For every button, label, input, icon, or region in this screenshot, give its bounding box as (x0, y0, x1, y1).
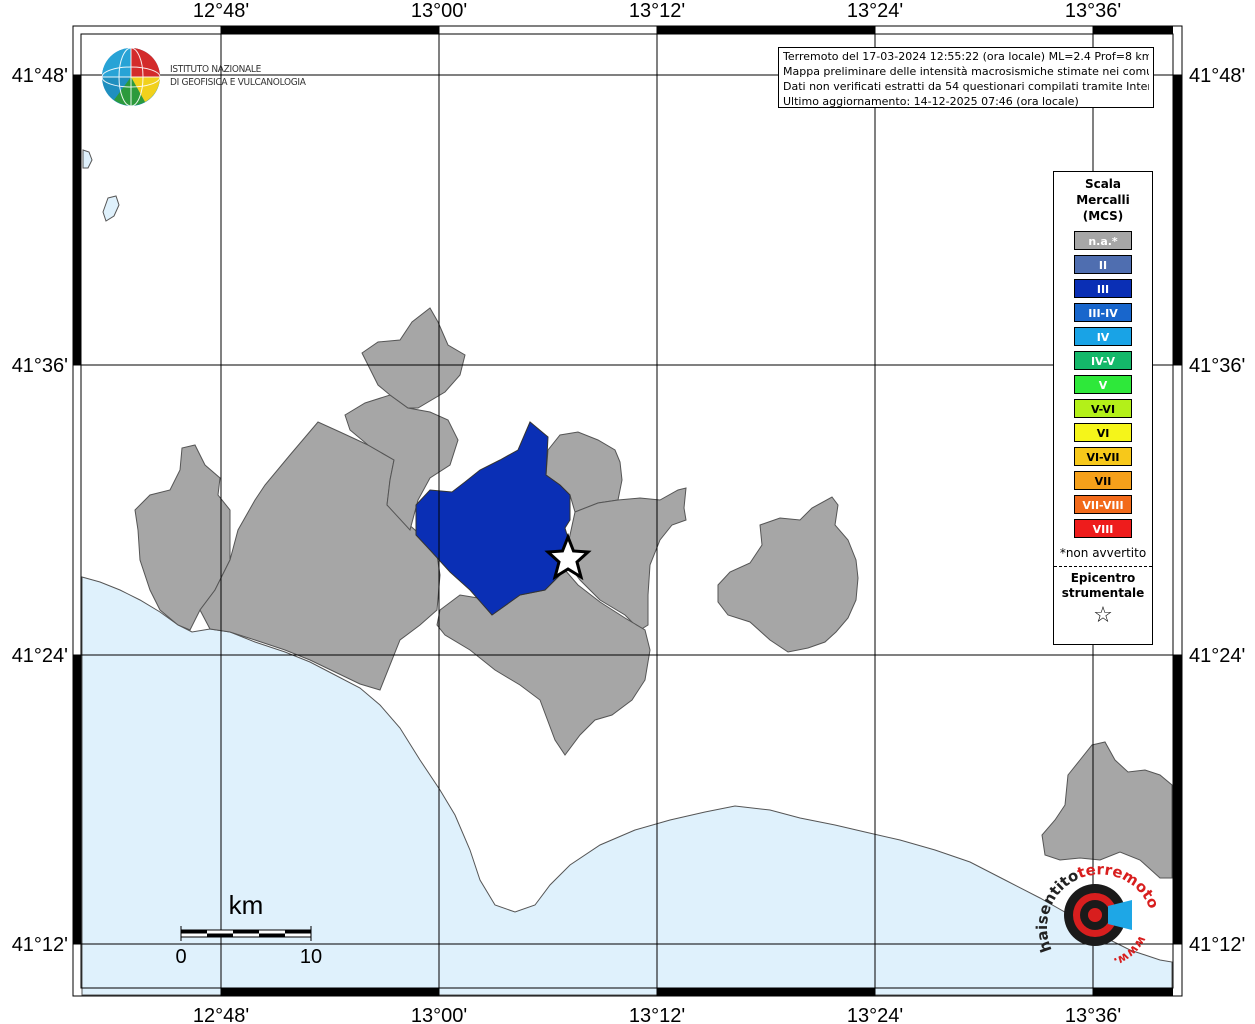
lon-label: 13°24' (847, 0, 903, 22)
ingv-name-line2: DI GEOFISICA E VULCANOLOGIA (170, 77, 306, 88)
lat-label: 41°12' (12, 934, 68, 956)
legend-title: Scala Mercalli (MCS) (1054, 176, 1152, 224)
legend-swatch: VI (1074, 423, 1132, 442)
lat-label: 41°24' (12, 645, 68, 667)
lon-label: 13°12' (629, 0, 685, 22)
lon-label: 13°24' (847, 1005, 903, 1024)
legend-star-icon: ☆ (1093, 603, 1113, 628)
longitude-labels-top: 12°48' 13°00' 13°12' 13°24' 13°36' (193, 0, 1121, 22)
legend-swatch: VI-VII (1074, 447, 1132, 466)
lat-label: 41°48' (12, 65, 68, 87)
lon-label: 13°12' (629, 1005, 685, 1024)
legend-epicenter-line: Epicentro (1070, 571, 1136, 585)
legend-swatch: V-VI (1074, 399, 1132, 418)
scale-unit: km (229, 890, 264, 920)
map-description-line: Mappa preliminare delle intensità macros… (783, 65, 1149, 78)
scale-end: 10 (300, 946, 322, 968)
lon-label: 13°00' (411, 0, 467, 22)
legend-separator (1054, 566, 1152, 567)
lat-label: 41°12' (1189, 934, 1245, 956)
legend-note: *non avvertito (1059, 546, 1147, 560)
lon-label: 13°36' (1065, 1005, 1121, 1024)
ingv-logo-text: ISTITUTO NAZIONALE DI GEOFISICA E VULCAN… (170, 63, 306, 89)
latitude-labels-right: 41°48' 41°36' 41°24' 41°12' (1189, 65, 1245, 956)
legend-swatch: VIII (1074, 519, 1132, 538)
longitude-labels-bottom: 12°48' 13°00' 13°12' 13°24' 13°36' (193, 1005, 1121, 1024)
legend-title-line: Mercalli (1076, 193, 1130, 207)
legend-epicenter-line: strumentale (1061, 586, 1145, 600)
legend-swatch: III-IV (1074, 303, 1132, 322)
lon-label: 13°00' (411, 1005, 467, 1024)
event-info-box: Terremoto del 17-03-2024 12:55:22 (ora l… (778, 47, 1154, 108)
last-update-line: Ultimo aggiornamento: 14-12-2025 07:46 (… (783, 95, 1079, 108)
legend-swatch: IV (1074, 327, 1132, 346)
ingv-name-line1: ISTITUTO NAZIONALE (170, 64, 261, 75)
lon-label: 13°36' (1065, 0, 1121, 22)
lon-label: 12°48' (193, 1005, 249, 1024)
latitude-labels-left: 41°48' 41°36' 41°24' 41°12' (12, 65, 68, 956)
legend-swatch: VII-VIII (1074, 495, 1132, 514)
legend-swatch: V (1074, 375, 1132, 394)
legend-title-line: (MCS) (1082, 209, 1124, 223)
event-line: Terremoto del 17-03-2024 12:55:22 (ora l… (783, 50, 1149, 63)
legend-swatch: III (1074, 279, 1132, 298)
legend-swatch: II (1074, 255, 1132, 274)
lon-label: 12°48' (193, 0, 249, 22)
legend-swatch: VII (1074, 471, 1132, 490)
scale-start: 0 (175, 946, 186, 968)
legend-swatch: n.a.* (1074, 231, 1132, 250)
lat-label: 41°48' (1189, 65, 1245, 87)
lat-label: 41°36' (12, 355, 68, 377)
legend-epicenter-label: Epicentro strumentale (1054, 571, 1152, 601)
legend-title-line: Scala (1084, 177, 1122, 191)
ingv-logo-icon (101, 47, 161, 107)
legend-swatch: IV-V (1074, 351, 1132, 370)
data-source-line: Dati non verificati estratti da 54 quest… (783, 80, 1149, 93)
mcs-legend: Scala Mercalli (MCS) n.a.* II III III-IV IV I… (1053, 171, 1153, 645)
lat-label: 41°36' (1189, 355, 1245, 377)
legend-items: n.a.* II III III-IV IV IV-V V V-VI VI VI-VII VII VI… (1054, 231, 1152, 538)
lat-label: 41°24' (1189, 645, 1245, 667)
